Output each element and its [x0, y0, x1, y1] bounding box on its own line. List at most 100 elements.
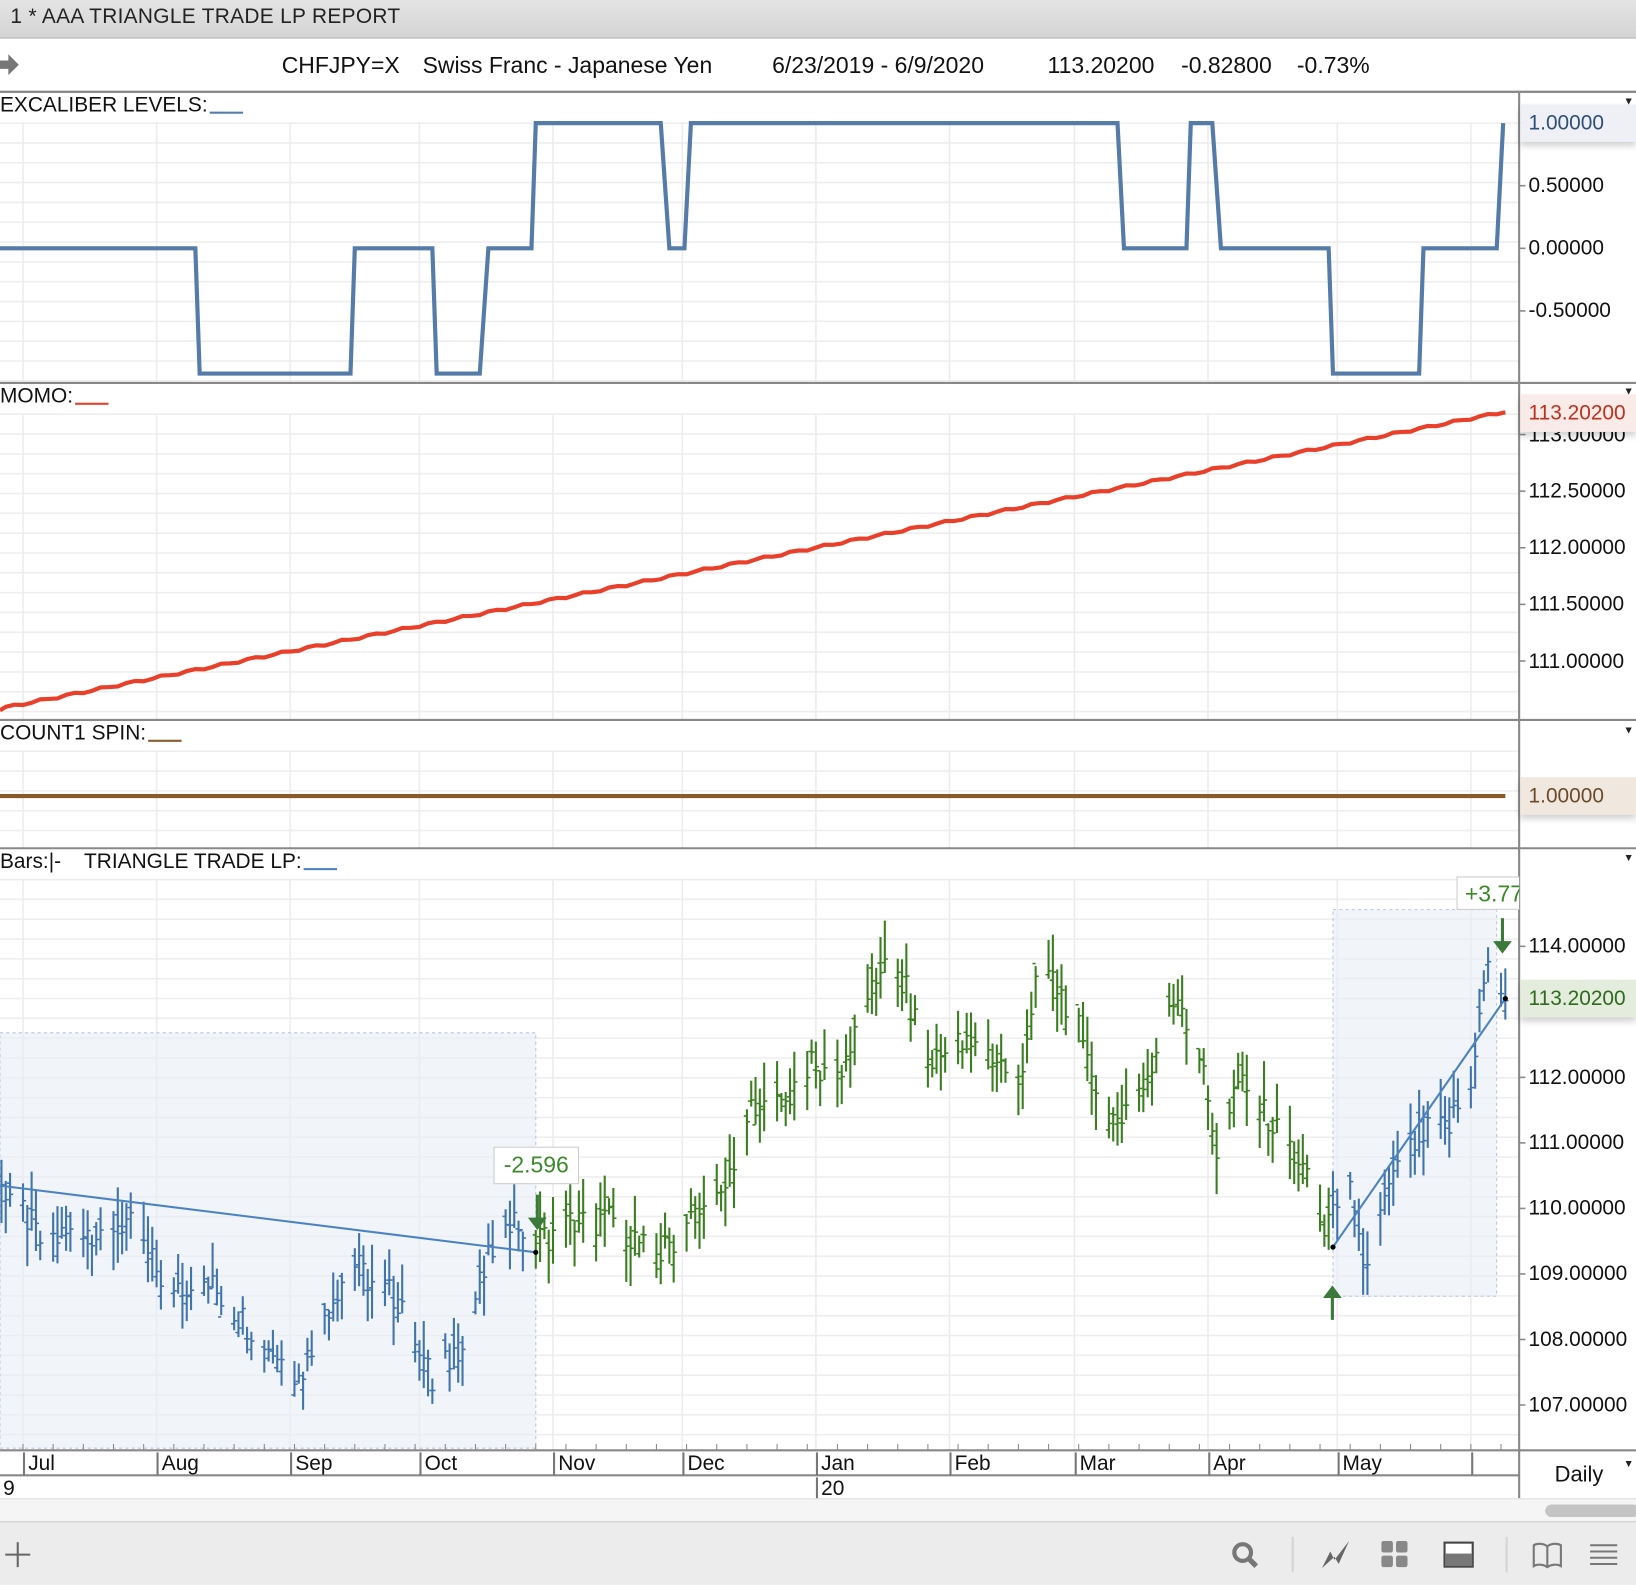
trade-result-label: +3.77	[1457, 876, 1520, 909]
price-tick-label: 107.00000	[1529, 1392, 1628, 1417]
count1-panel-label: COUNT1 SPIN:	[0, 722, 182, 746]
layout-grid-icon[interactable]	[1379, 1539, 1410, 1570]
year-label: 9	[0, 1477, 15, 1500]
month-label	[1471, 1452, 1476, 1475]
book-icon[interactable]	[1532, 1539, 1563, 1570]
price-bar	[1274, 1084, 1280, 1133]
price-bar	[968, 1012, 974, 1072]
bars-label: Bars:	[0, 850, 49, 873]
month-label: Apr	[1208, 1452, 1246, 1475]
bars-symbol: |-	[49, 850, 61, 873]
price-bar	[1201, 1048, 1207, 1085]
price-bar	[1084, 1017, 1090, 1081]
trade-result-label: -2.596	[494, 1147, 580, 1185]
price-bar	[727, 1134, 733, 1187]
price-bar	[593, 1203, 599, 1261]
price-bar	[666, 1228, 672, 1264]
excaliber-tick-label: 0.00000	[1529, 236, 1604, 261]
toolbar-divider	[1292, 1537, 1294, 1572]
price-bar	[1024, 1009, 1030, 1063]
price-bar	[778, 1093, 784, 1112]
price-bar	[623, 1220, 629, 1282]
price-bar	[938, 1034, 944, 1090]
price-bar	[813, 1042, 819, 1089]
price-bar	[696, 1193, 702, 1249]
toolbar-divider	[1506, 1537, 1508, 1572]
price-bar	[912, 995, 918, 1025]
price-bar	[1063, 985, 1069, 1035]
momo-tick-label: 111.50000	[1529, 592, 1625, 617]
price-bar	[1140, 1063, 1146, 1112]
price-bar	[1058, 964, 1064, 1024]
price-bar	[873, 968, 879, 1016]
price-bar	[1304, 1155, 1310, 1187]
horizontal-scrollbar-track[interactable]	[0, 1498, 1636, 1522]
menu-icon[interactable]	[1588, 1539, 1619, 1570]
price-bar	[877, 937, 883, 999]
price-menu-caret[interactable]: ▼	[1623, 852, 1633, 863]
trade-exit-dot	[533, 1250, 538, 1255]
price-current-value: 113.20200	[1520, 980, 1636, 1018]
price-bar	[1015, 1065, 1021, 1116]
chart-window: 1 * AAA TRIANGLE TRADE LP REPORT CHFJPY=…	[0, 0, 1636, 1584]
price-bar	[748, 1081, 754, 1107]
horizontal-scrollbar-thumb[interactable]	[1545, 1505, 1636, 1518]
trade-region	[1333, 910, 1497, 1297]
add-icon[interactable]	[2, 1539, 33, 1570]
search-icon[interactable]	[1229, 1539, 1260, 1570]
trade-entry-dot	[1330, 1244, 1335, 1249]
excaliber-line	[0, 123, 1503, 373]
excaliber-panel-label: EXCALIBER LEVELS:	[0, 94, 243, 118]
month-label: Jan	[816, 1452, 855, 1475]
price-bar	[1119, 1085, 1125, 1143]
price-tick-label: 110.00000	[1529, 1196, 1626, 1221]
momo-menu-caret[interactable]: ▼	[1623, 386, 1633, 397]
price-bar	[1321, 1215, 1327, 1247]
panel-icon[interactable]	[1443, 1539, 1474, 1570]
chart-style-icon[interactable]	[1320, 1539, 1351, 1570]
price-tick-label: 112.00000	[1529, 1065, 1626, 1090]
legend-swatch	[148, 739, 181, 742]
count1-menu-caret[interactable]: ▼	[1623, 725, 1633, 736]
price-bar	[1244, 1055, 1250, 1126]
month-label: May	[1337, 1452, 1382, 1475]
price-bar	[1136, 1074, 1142, 1112]
price-bar	[985, 1019, 991, 1069]
price-bar	[882, 921, 888, 973]
triangle-label-text: TRIANGLE TRADE LP:	[84, 850, 302, 873]
price-bar	[640, 1226, 646, 1253]
legend-swatch	[210, 111, 243, 114]
count1-label-text: COUNT1 SPIN:	[0, 722, 146, 745]
price-tick-label: 114.00000	[1529, 934, 1626, 959]
count1-current-value: 1.00000	[1520, 777, 1636, 815]
momo-line	[0, 412, 1505, 710]
interval-select[interactable]: Daily	[1555, 1463, 1604, 1488]
price-bar	[1080, 1002, 1086, 1048]
momo-tick-label: 111.00000	[1529, 648, 1625, 673]
price-tick-label: 111.00000	[1529, 1130, 1625, 1155]
momo-current-value: 113.20200	[1520, 394, 1636, 432]
price-bar	[550, 1197, 556, 1264]
legend-swatch	[304, 867, 337, 870]
interval-caret[interactable]: ▼	[1623, 1459, 1633, 1470]
price-bar	[658, 1223, 664, 1284]
price-bar	[1213, 1123, 1219, 1194]
month-label: Dec	[682, 1452, 724, 1475]
price-bar	[632, 1196, 638, 1256]
price-bar	[571, 1220, 577, 1266]
trade-exit-dot	[1503, 996, 1508, 1001]
price-bar	[1295, 1139, 1301, 1191]
excaliber-label-text: EXCALIBER LEVELS:	[0, 94, 208, 117]
price-bar	[864, 964, 870, 1013]
excaliber-tick-label: 0.50000	[1529, 173, 1604, 198]
month-label: Sep	[290, 1452, 332, 1475]
price-bar	[869, 953, 875, 1014]
price-tick-label: 108.00000	[1529, 1327, 1628, 1352]
month-label: Mar	[1074, 1452, 1115, 1475]
excaliber-menu-caret[interactable]: ▼	[1623, 96, 1633, 107]
price-bar	[808, 1040, 814, 1064]
price-bar	[994, 1045, 1000, 1092]
price-tick-label: 109.00000	[1529, 1261, 1628, 1286]
chart-plot-area[interactable]	[0, 0, 1636, 1521]
momo-tick-label: 112.00000	[1529, 535, 1626, 560]
